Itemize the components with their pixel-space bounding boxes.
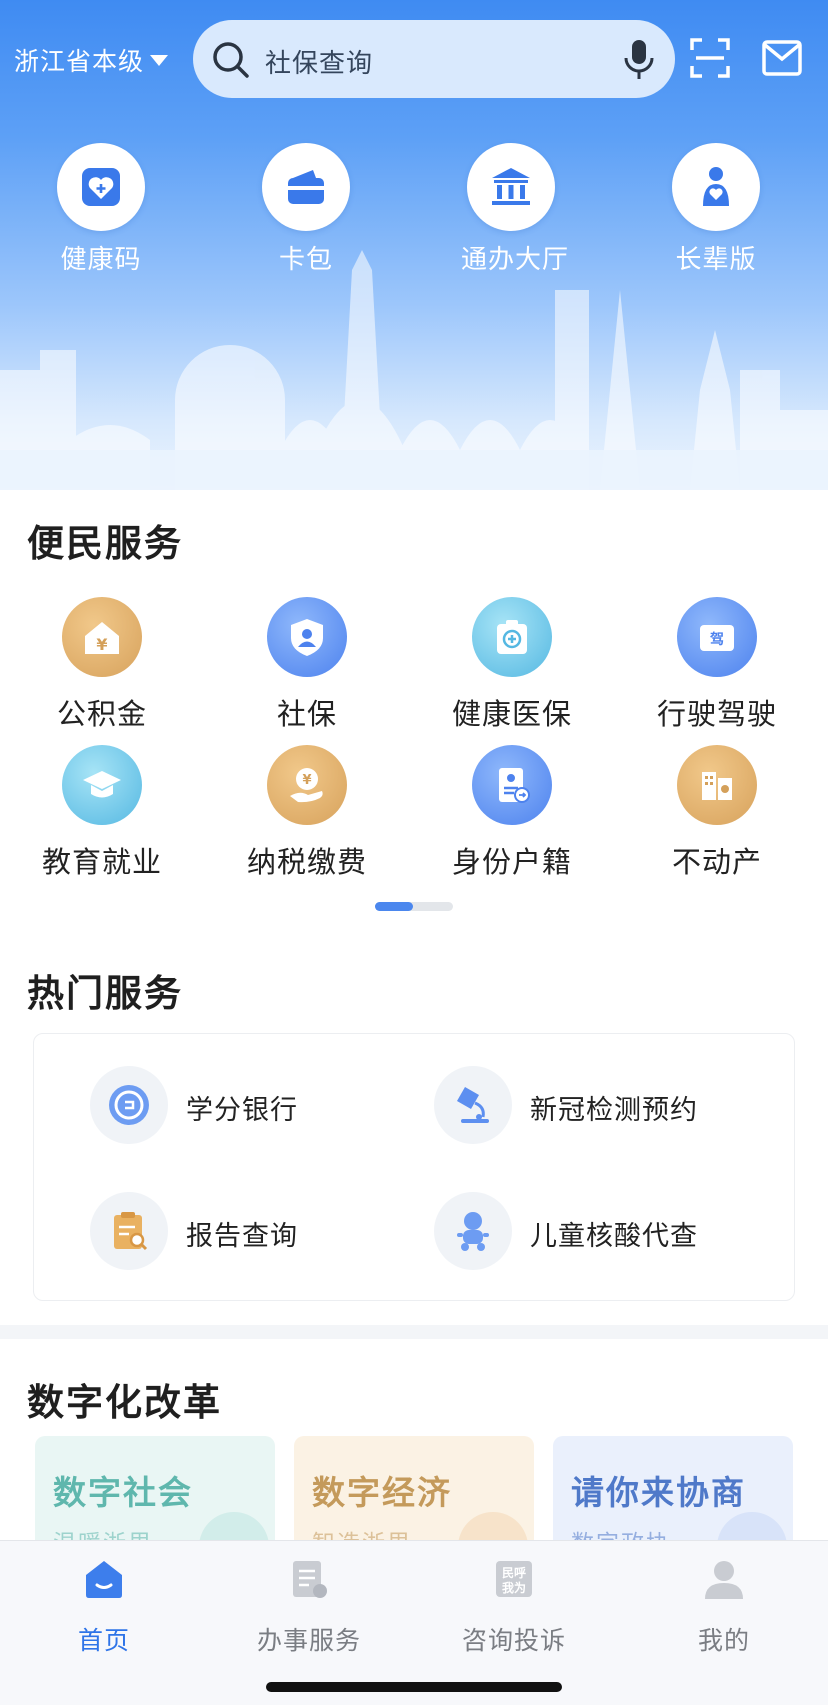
graduation-cap-icon: [62, 745, 142, 825]
hot-service-label: 报告查询: [186, 1221, 298, 1252]
digital-section-title: 数字化改革: [27, 1381, 222, 1424]
service-real-estate[interactable]: 不动产: [632, 745, 802, 881]
report-search-icon: [90, 1192, 168, 1270]
tab-consult[interactable]: 民呼 我为 咨询投诉: [434, 1557, 594, 1657]
child-icon: [434, 1192, 512, 1270]
quick-action-health-code[interactable]: 健康码: [51, 143, 151, 276]
social-security-icon: [267, 597, 347, 677]
digital-card-economy[interactable]: 数字经济 智造浙里: [294, 1436, 534, 1556]
region-selector[interactable]: 浙江省本级: [14, 42, 169, 78]
digital-card-title: 数字社会: [53, 1473, 193, 1512]
city-skyline-illustration: [0, 250, 828, 490]
top-bar: 浙江省本级 社保查询: [0, 18, 828, 98]
region-label: 浙江省本级: [14, 47, 145, 76]
quick-action-government-hall[interactable]: 通办大厅: [461, 143, 570, 276]
hot-service-label: 儿童核酸代查: [530, 1221, 698, 1252]
svg-text:驾: 驾: [709, 631, 724, 648]
service-label: 公积金: [56, 697, 147, 731]
search-icon: [213, 42, 249, 78]
scan-icon[interactable]: [690, 38, 730, 78]
svg-text:我为: 我为: [502, 1580, 526, 1595]
elder-mode-icon: [672, 143, 760, 231]
quick-action-label: 卡包: [278, 245, 333, 275]
home-icon: [86, 1561, 122, 1598]
caret-down-icon: [150, 55, 169, 66]
service-label: 社保: [276, 697, 337, 731]
section-divider: [0, 1325, 828, 1339]
svg-text:¥: ¥: [302, 773, 311, 788]
search-bar[interactable]: 社保查询: [193, 20, 675, 98]
service-label: 教育就业: [41, 845, 162, 879]
digital-card-title: 请你来协商: [571, 1473, 746, 1512]
tax-payment-icon: ¥: [267, 745, 347, 825]
government-hall-icon: [467, 143, 555, 231]
page-indicator: [375, 902, 453, 911]
service-medical-insurance[interactable]: 健康医保: [427, 597, 597, 733]
digital-card-consultation[interactable]: 请你来协商 数字政协: [553, 1436, 793, 1556]
microphone-icon[interactable]: [621, 38, 657, 82]
id-card-icon: [472, 745, 552, 825]
service-driving[interactable]: 驾 行驶驾驶: [632, 597, 802, 733]
credit-bank-icon: [90, 1066, 168, 1144]
service-identity[interactable]: 身份户籍: [427, 745, 597, 881]
quick-action-elder-mode[interactable]: 长辈版: [666, 143, 766, 276]
consult-complaint-icon: 民呼 我为: [496, 1561, 532, 1597]
hot-services-card: 学分银行 新冠检测预约 报告查询 儿童核酸代查: [33, 1033, 795, 1301]
tab-services[interactable]: 办事服务: [229, 1557, 389, 1657]
service-label: 身份户籍: [451, 845, 572, 879]
service-label: 不动产: [671, 845, 762, 879]
page-indicator-active: [375, 902, 413, 911]
svg-text:¥: ¥: [96, 635, 107, 654]
tab-home[interactable]: 首页: [24, 1557, 184, 1657]
mail-icon[interactable]: [762, 40, 802, 76]
quick-action-label: 健康码: [60, 245, 142, 275]
home-indicator: [266, 1682, 562, 1692]
microscope-icon: [434, 1066, 512, 1144]
tab-label: 咨询投诉: [461, 1626, 566, 1655]
service-tax[interactable]: ¥ 纳税缴费: [222, 745, 392, 881]
tab-profile[interactable]: 我的: [644, 1557, 804, 1657]
hot-section-title: 热门服务: [27, 972, 183, 1015]
service-education[interactable]: 教育就业: [17, 745, 187, 881]
hero-banner: 浙江省本级 社保查询 健康码 卡包 通办大厅 长辈版: [0, 0, 828, 490]
wallet-icon: [262, 143, 350, 231]
health-code-heart-icon: [57, 143, 145, 231]
quick-action-label: 通办大厅: [461, 245, 570, 275]
search-placeholder: 社保查询: [265, 49, 374, 79]
tab-label: 首页: [77, 1626, 130, 1655]
service-label: 行驶驾驶: [656, 697, 777, 731]
bottom-tab-bar: 首页 办事服务 民呼 我为 咨询投诉 我的: [0, 1540, 828, 1705]
convenience-section-title: 便民服务: [27, 522, 183, 565]
medical-insurance-icon: [472, 597, 552, 677]
real-estate-icon: [677, 745, 757, 825]
quick-action-label: 长辈版: [675, 245, 757, 275]
service-document-icon: [293, 1561, 327, 1598]
tab-label: 办事服务: [256, 1626, 361, 1655]
service-housing-fund[interactable]: ¥ 公积金: [17, 597, 187, 733]
svg-text:民呼: 民呼: [502, 1565, 526, 1580]
digital-card-society[interactable]: 数字社会 温暖浙里: [35, 1436, 275, 1556]
service-social-security[interactable]: 社保: [222, 597, 392, 733]
driving-license-icon: 驾: [677, 597, 757, 677]
hot-service-label: 新冠检测预约: [530, 1095, 698, 1126]
service-label: 纳税缴费: [246, 845, 367, 879]
tab-label: 我的: [697, 1626, 750, 1655]
user-profile-icon: [705, 1561, 743, 1599]
service-label: 健康医保: [451, 697, 572, 731]
quick-action-wallet[interactable]: 卡包: [256, 143, 356, 276]
hot-service-label: 学分银行: [186, 1095, 298, 1126]
housing-fund-icon: ¥: [62, 597, 142, 677]
digital-card-title: 数字经济: [312, 1473, 452, 1512]
